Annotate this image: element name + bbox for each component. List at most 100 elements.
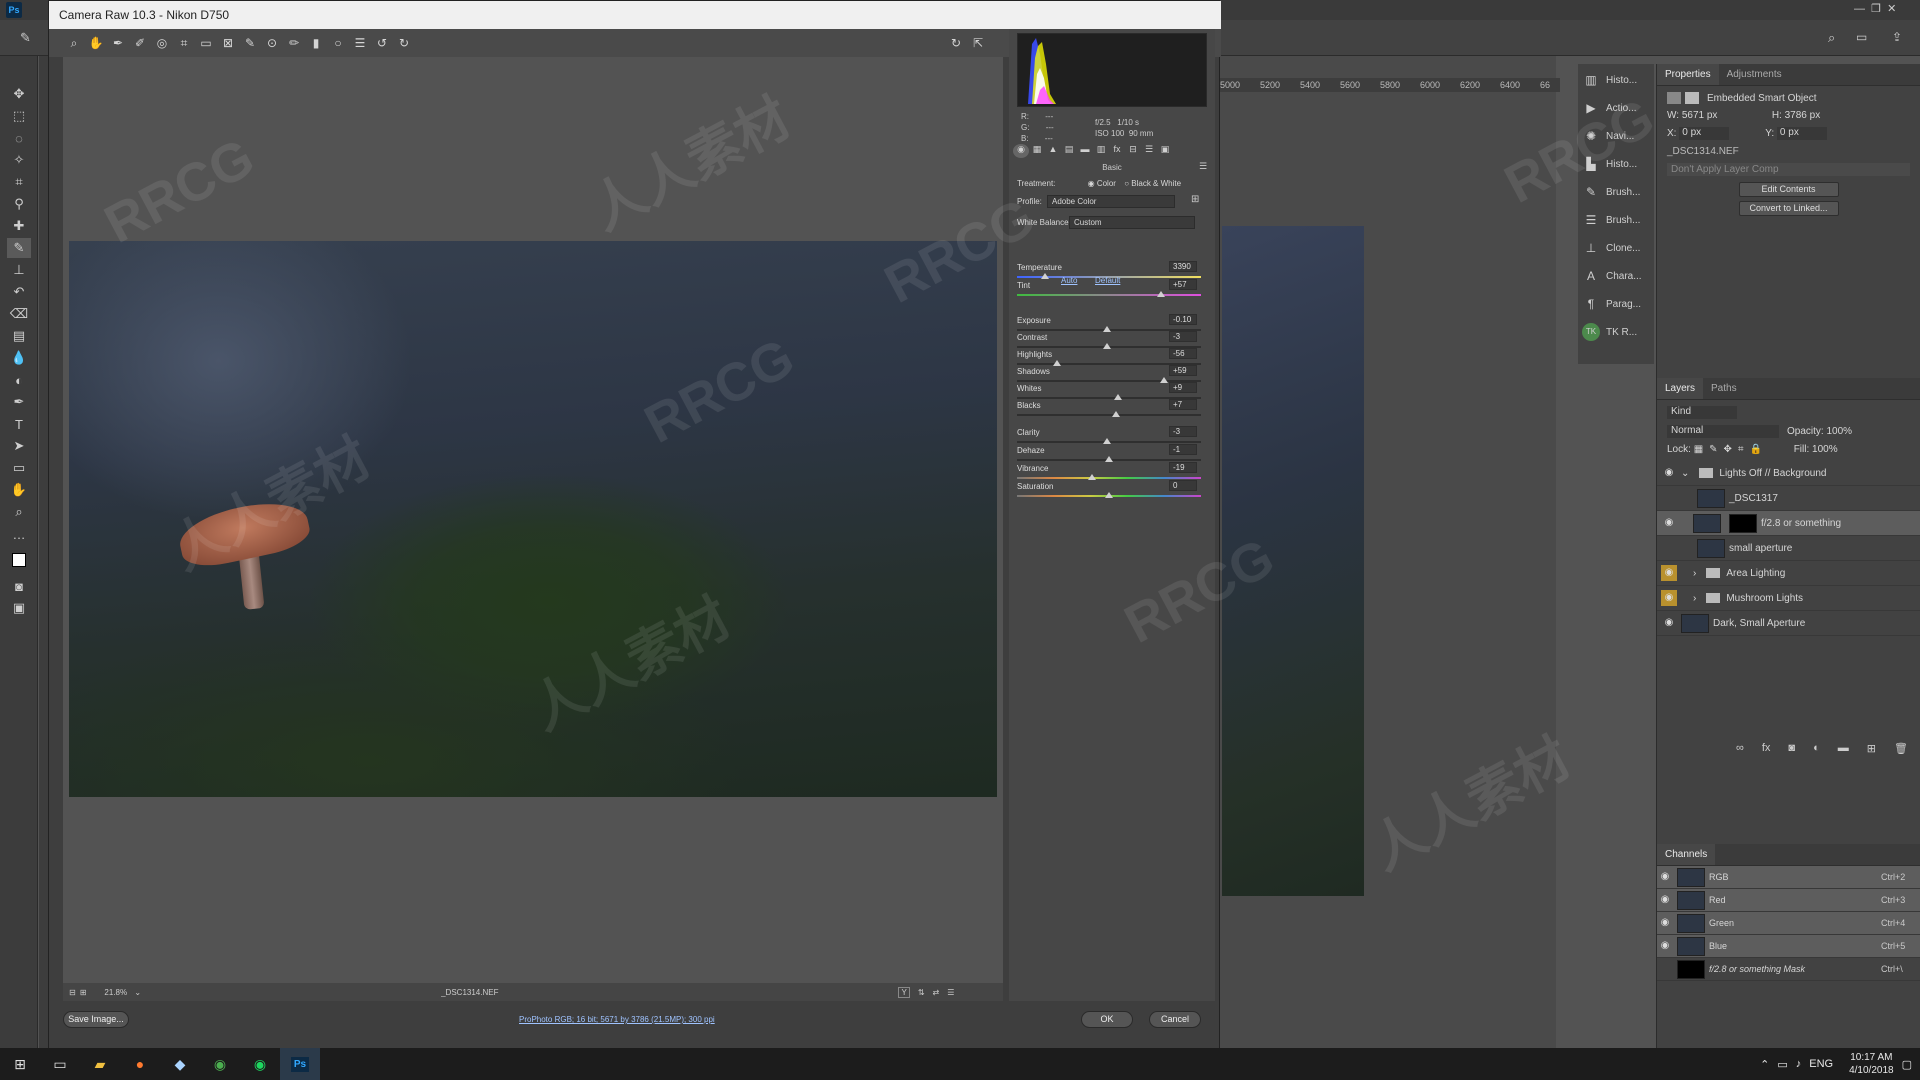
visibility-eye-icon[interactable]: ◉ [1661,515,1677,531]
visibility-off[interactable] [1657,961,1673,977]
expand-arrow-icon[interactable]: ⌄ [1681,468,1689,479]
tray-network-icon[interactable]: ▭ [1777,1058,1787,1071]
tray-volume-icon[interactable]: ♪ [1796,1058,1802,1070]
zoom-tool-icon[interactable]: ⌕ [7,502,31,522]
wb-dropdown[interactable]: Custom [1069,216,1195,229]
transform-tool-icon[interactable]: ⊠ [217,32,239,54]
layer-dsc1317[interactable]: _DSC1317 [1657,486,1920,511]
stamp-tool-icon[interactable]: ⊥ [7,260,31,280]
search-icon[interactable]: ⌕ [1828,30,1835,46]
slider-value-field[interactable]: +59 [1169,365,1197,376]
more-tools-icon[interactable]: … [7,524,31,544]
blend-mode-dropdown[interactable]: Normal [1667,425,1779,438]
zoom-out-icon[interactable]: ⊟ [69,988,76,997]
layer-group-area-lighting[interactable]: ◉ › Area Lighting [1657,561,1920,586]
slider-thumb[interactable] [1040,273,1049,279]
path-select-icon[interactable]: ➤ [7,436,31,456]
mushroom-photo-preview[interactable] [69,241,997,797]
slider-thumb[interactable] [1088,474,1097,480]
channel-red[interactable]: ◉ Red Ctrl+3 [1657,889,1920,912]
add-mask-icon[interactable]: ◙ [1788,742,1795,755]
app-icon[interactable]: ◆ [160,1048,200,1080]
slider-thumb[interactable] [1160,377,1169,383]
panel-character[interactable]: A Chara... [1582,264,1650,288]
visibility-eye-icon[interactable]: ◉ [1657,892,1673,908]
swap-icon[interactable]: ⇅ [918,988,925,997]
visibility-eye-icon[interactable]: ◉ [1657,915,1673,931]
radial-filter-icon[interactable]: ○ [327,32,349,54]
y-field[interactable]: 0 px [1776,127,1827,140]
crop-tool-icon[interactable]: ⌗ [173,32,195,54]
slider-value-field[interactable]: -1 [1169,444,1197,455]
spotify-icon[interactable]: ◉ [240,1048,280,1080]
cancel-button[interactable]: Cancel [1149,1011,1201,1028]
calibration-icon[interactable]: ⊟ [1125,144,1141,158]
panel-history[interactable]: ▙ Histo... [1582,152,1650,176]
hand-tool-icon[interactable]: ✋ [85,32,107,54]
slider-thumb[interactable] [1156,291,1165,297]
targeted-adjust-icon[interactable]: ◎ [151,32,173,54]
detail-icon[interactable]: ▲ [1045,144,1061,158]
preferences-icon[interactable]: ☰ [349,32,371,54]
fill-value[interactable]: 100% [1812,444,1838,455]
new-group-icon[interactable]: ▬ [1838,742,1849,755]
panel-menu-icon[interactable]: ☰ [1199,161,1207,172]
graduated-filter-icon[interactable]: ▮ [305,32,327,54]
brush-tool-icon[interactable]: ✎ [20,30,31,46]
trash-icon[interactable]: 🗑 [1894,742,1908,755]
link-icon[interactable]: ∞ [1736,742,1744,755]
red-eye-icon[interactable]: ⊙ [261,32,283,54]
snapshots-icon[interactable]: ▣ [1157,144,1173,158]
quick-mask-icon[interactable]: ◙ [7,576,31,596]
move-tool-icon[interactable]: ✥ [7,84,31,104]
channel-green[interactable]: ◉ Green Ctrl+4 [1657,912,1920,935]
healing-tool-icon[interactable]: ✚ [7,216,31,236]
split-toning-icon[interactable]: ▬ [1077,144,1093,158]
tray-language[interactable]: ENG [1809,1058,1833,1070]
kind-filter-dropdown[interactable]: Kind [1667,406,1737,419]
history-brush-icon[interactable]: ↶ [7,282,31,302]
profile-dropdown[interactable]: Adobe Color [1047,195,1175,208]
screen-mode-icon[interactable]: ▣ [7,598,31,618]
rotate-left-icon[interactable]: ↺ [371,32,393,54]
slider-thumb[interactable] [1112,411,1121,417]
share-icon[interactable]: ⇪ [1892,30,1902,44]
dodge-tool-icon[interactable]: ◐ [7,370,31,390]
tab-adjustments[interactable]: Adjustments [1719,64,1790,85]
tray-chevron-icon[interactable]: ⌃ [1760,1058,1769,1071]
slider-value-field[interactable]: -0.10 [1169,314,1197,325]
adjustment-icon[interactable]: ◐ [1813,742,1820,755]
tone-curve-icon[interactable]: ▦ [1029,144,1045,158]
x-field[interactable]: 0 px [1679,127,1730,140]
windows-start-icon[interactable]: ⊞ [0,1048,40,1080]
white-balance-tool-icon[interactable]: ✒ [107,32,129,54]
height-value[interactable]: 3786 px [1785,110,1821,121]
shape-tool-icon[interactable]: ▭ [7,458,31,478]
slider-thumb[interactable] [1103,326,1112,332]
workflow-options-link[interactable]: ProPhoto RGB; 16 bit; 5671 by 3786 (21.5… [519,1015,715,1024]
notifications-icon[interactable]: ▢ [1902,1058,1912,1071]
hand-tool-icon[interactable]: ✋ [7,480,31,500]
panel-navigator[interactable]: ✺ Navi... [1582,124,1650,148]
treatment-bw-radio[interactable]: ○ Black & White [1124,179,1181,188]
workspace-icon[interactable]: ▭ [1856,30,1867,44]
slider-value-field[interactable]: -3 [1169,426,1197,437]
treatment-color-radio[interactable]: ◉ Color [1088,179,1116,188]
layer-comp-dropdown[interactable]: Don't Apply Layer Comp [1667,163,1910,176]
layer-small-aperture[interactable]: small aperture [1657,536,1920,561]
slider-value-field[interactable]: 3390 [1169,261,1197,272]
type-tool-icon[interactable]: T [7,414,31,434]
panel-paragraph[interactable]: ¶ Parag... [1582,292,1650,316]
channel-blue[interactable]: ◉ Blue Ctrl+5 [1657,935,1920,958]
default-link[interactable]: Default [1095,276,1120,285]
layer-group-mushroom-lights[interactable]: ◉ › Mushroom Lights [1657,586,1920,611]
presets-icon[interactable]: ☰ [1141,144,1157,158]
panel-actions[interactable]: ▶ Actio... [1582,96,1650,120]
zoom-level[interactable]: 21.8% [104,988,134,997]
slider-value-field[interactable]: 0 [1169,480,1197,491]
toggle-settings-icon[interactable]: ☰ [947,988,954,997]
visibility-eye-icon[interactable]: ◉ [1661,465,1677,481]
slider-track[interactable] [1017,477,1201,479]
layer-group-lights-off[interactable]: ◉ ⌄ Lights Off // Background [1657,461,1920,486]
hsl-icon[interactable]: ▤ [1061,144,1077,158]
